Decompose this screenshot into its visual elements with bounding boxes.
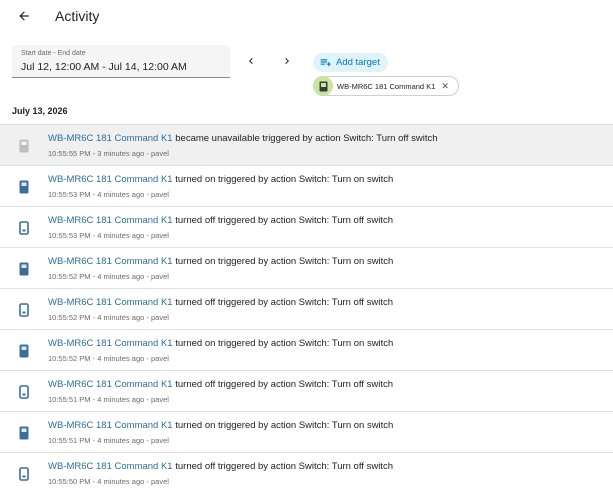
activity-row[interactable]: WB-MR6C 181 Command K1 turned off trigge…: [0, 370, 613, 411]
activity-row[interactable]: WB-MR6C 181 Command K1 turned off trigge…: [0, 288, 613, 329]
switch-on-icon: [17, 179, 31, 195]
activity-meta: 10:55:53 PM - 4 minutes ago - pavel: [48, 190, 169, 199]
activity-message: WB-MR6C 181 Command K1 turned off trigge…: [48, 379, 393, 390]
switch-on-icon: [17, 343, 31, 359]
playlist-add-icon: [320, 59, 331, 67]
activity-text: turned on triggered by action Switch: Tu…: [175, 174, 394, 185]
chip-remove-button[interactable]: ✕: [441, 81, 449, 91]
activity-text: turned off triggered by action Switch: T…: [175, 461, 393, 472]
activity-meta: 10:55:52 PM - 4 minutes ago - pavel: [48, 354, 169, 363]
activity-text: turned off triggered by action Switch: T…: [175, 215, 393, 226]
activity-meta: 10:55:53 PM - 4 minutes ago - pavel: [48, 231, 169, 240]
switch-off-icon: [17, 302, 31, 318]
add-target-label: Add target: [336, 57, 380, 68]
activity-message: WB-MR6C 181 Command K1 became unavailabl…: [48, 133, 438, 144]
activity-text: turned on triggered by action Switch: Tu…: [175, 338, 394, 349]
activity-message: WB-MR6C 181 Command K1 turned off trigge…: [48, 297, 393, 308]
switch-off-icon: [17, 384, 31, 400]
page-title: Activity: [55, 8, 100, 24]
activity-meta: 10:55:51 PM - 4 minutes ago - pavel: [48, 436, 169, 445]
activity-meta: 10:55:52 PM - 4 minutes ago - pavel: [48, 313, 169, 322]
switch-device-icon: [319, 81, 327, 91]
switch-on-icon: [17, 261, 31, 277]
activity-text: turned off triggered by action Switch: T…: [175, 379, 393, 390]
activity-text: turned off triggered by action Switch: T…: [175, 297, 393, 308]
previous-range-button[interactable]: [244, 54, 258, 68]
chip-avatar: [313, 76, 333, 96]
date-range-label: Start date - End date: [21, 50, 86, 57]
activity-message: WB-MR6C 181 Command K1 turned on trigger…: [48, 256, 393, 267]
activity-row[interactable]: WB-MR6C 181 Command K1 turned off trigge…: [0, 206, 613, 247]
activity-row[interactable]: WB-MR6C 181 Command K1 became unavailabl…: [0, 124, 613, 165]
entity-link[interactable]: WB-MR6C 181 Command K1: [48, 338, 173, 349]
unavailable-switch-icon: [17, 138, 31, 154]
activity-message: WB-MR6C 181 Command K1 turned on trigger…: [48, 174, 393, 185]
entity-link[interactable]: WB-MR6C 181 Command K1: [48, 215, 173, 226]
top-app-bar: Activity: [0, 0, 613, 34]
activity-text: turned on triggered by action Switch: Tu…: [175, 256, 394, 267]
entity-link[interactable]: WB-MR6C 181 Command K1: [48, 461, 173, 472]
activity-list: WB-MR6C 181 Command K1 became unavailabl…: [0, 124, 613, 493]
activity-meta: 10:55:55 PM - 3 minutes ago - pavel: [48, 149, 169, 158]
activity-message: WB-MR6C 181 Command K1 turned on trigger…: [48, 338, 393, 349]
activity-row[interactable]: WB-MR6C 181 Command K1 turned on trigger…: [0, 329, 613, 370]
date-range-picker[interactable]: Start date - End date Jul 12, 12:00 AM -…: [12, 45, 230, 78]
activity-row[interactable]: WB-MR6C 181 Command K1 turned off trigge…: [0, 452, 613, 493]
chip-label: WB-MR6C 181 Command K1: [337, 81, 436, 91]
add-target-button[interactable]: Add target: [313, 53, 388, 72]
activity-message: WB-MR6C 181 Command K1 turned on trigger…: [48, 420, 393, 431]
switch-off-icon: [17, 220, 31, 236]
target-chip[interactable]: WB-MR6C 181 Command K1 ✕: [313, 76, 459, 96]
entity-link[interactable]: WB-MR6C 181 Command K1: [48, 420, 173, 431]
activity-row[interactable]: WB-MR6C 181 Command K1 turned on trigger…: [0, 247, 613, 288]
entity-link[interactable]: WB-MR6C 181 Command K1: [48, 379, 173, 390]
chevron-left-icon: [249, 58, 253, 64]
activity-meta: 10:55:52 PM - 4 minutes ago - pavel: [48, 272, 169, 281]
activity-row[interactable]: WB-MR6C 181 Command K1 turned on trigger…: [0, 165, 613, 206]
activity-text: turned on triggered by action Switch: Tu…: [175, 420, 394, 431]
entity-link[interactable]: WB-MR6C 181 Command K1: [48, 174, 173, 185]
switch-on-icon: [17, 425, 31, 441]
activity-message: WB-MR6C 181 Command K1 turned off trigge…: [48, 461, 393, 472]
chevron-right-icon: [285, 58, 289, 64]
entity-link[interactable]: WB-MR6C 181 Command K1: [48, 256, 173, 267]
entity-link[interactable]: WB-MR6C 181 Command K1: [48, 133, 173, 144]
switch-off-icon: [17, 466, 31, 482]
date-range-value: Jul 12, 12:00 AM - Jul 14, 12:00 AM: [21, 61, 187, 73]
activity-meta: 10:55:50 PM - 4 minutes ago - pavel: [48, 477, 169, 486]
next-range-button[interactable]: [280, 54, 294, 68]
arrow-left-icon: [19, 11, 29, 21]
back-button[interactable]: [14, 6, 34, 26]
activity-text: became unavailable triggered by action S…: [175, 133, 438, 144]
activity-meta: 10:55:51 PM - 4 minutes ago - pavel: [48, 395, 169, 404]
day-header: July 13, 2026: [12, 106, 68, 116]
entity-link[interactable]: WB-MR6C 181 Command K1: [48, 297, 173, 308]
activity-row[interactable]: WB-MR6C 181 Command K1 turned on trigger…: [0, 411, 613, 452]
activity-message: WB-MR6C 181 Command K1 turned off trigge…: [48, 215, 393, 226]
